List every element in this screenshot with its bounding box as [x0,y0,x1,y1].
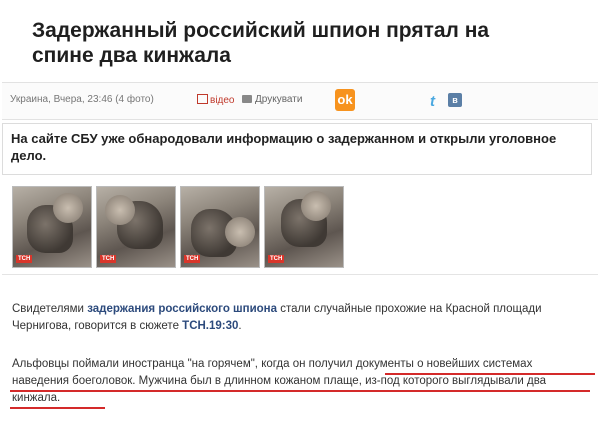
article-paragraph-1: Свидетелями задержания российского шпион… [12,303,542,332]
lead-text: На сайте СБУ уже обнародовали информацию… [11,131,557,163]
video-link[interactable]: відео [197,94,235,106]
article-meta-bar: Украина, Вчера, 23:46 (4 фото) відео Дру… [2,82,598,120]
article-headline: Задержанный российский шпион прятал на с… [32,19,490,67]
gallery-thumbnail[interactable]: ТСН [96,186,176,268]
vk-icon[interactable]: в [448,93,462,107]
printer-icon [242,95,252,103]
gallery-thumbnail[interactable]: ТСН [180,186,260,268]
article-lead: На сайте СБУ уже обнародовали информацию… [2,123,592,175]
tsn-source-link[interactable]: ТСН.19:30 [182,320,238,332]
article-paragraph-2: Альфовцы поймали иностранца "на горячем"… [12,358,547,404]
photo-gallery: ТСН ТСН ТСН ТСН [2,176,598,275]
tsn-badge: ТСН [16,255,33,263]
print-link[interactable]: Друкувати [242,94,302,105]
article-meta: Украина, Вчера, 23:46 (4 фото) [10,94,154,105]
tsn-badge: ТСН [100,255,117,263]
spy-detention-link[interactable]: задержания российского шпиона [87,303,277,315]
red-underline [10,390,590,392]
video-label: відео [210,95,235,106]
red-underline [10,407,105,409]
twitter-icon[interactable]: t [430,93,435,110]
print-label: Друкувати [255,94,303,105]
tsn-badge: ТСН [268,255,285,263]
gallery-thumbnail[interactable]: ТСН [264,186,344,268]
red-underline [385,373,595,375]
gallery-thumbnail[interactable]: ТСН [12,186,92,268]
tsn-badge: ТСН [184,255,201,263]
video-icon [197,94,208,104]
odnoklassniki-icon[interactable]: ok [335,89,355,111]
